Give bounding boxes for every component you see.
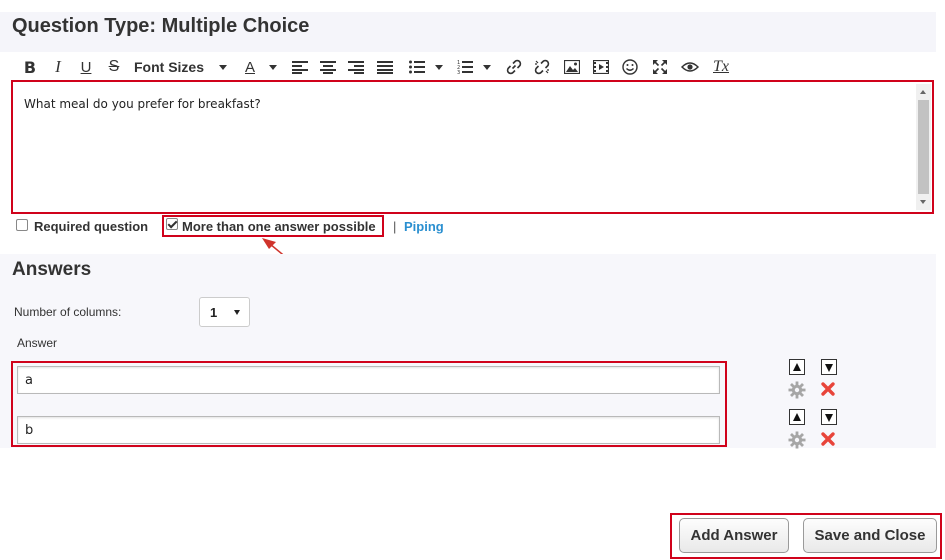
move-up-button[interactable] xyxy=(789,409,805,425)
options-separator: | xyxy=(393,219,397,234)
question-text-editor[interactable]: What meal do you prefer for breakfast? xyxy=(11,80,934,214)
align-left-icon[interactable] xyxy=(291,55,309,79)
answer-input-2[interactable]: b xyxy=(17,416,720,444)
columns-label: Number of columns: xyxy=(14,305,122,319)
video-icon[interactable] xyxy=(592,55,610,79)
align-center-icon[interactable] xyxy=(319,55,337,79)
bullet-list-caret-icon[interactable] xyxy=(435,65,443,70)
piping-link[interactable]: Piping xyxy=(404,219,444,234)
delete-answer-icon[interactable] xyxy=(820,431,836,447)
font-sizes-dropdown[interactable]: Font Sizes xyxy=(134,55,206,79)
emoji-icon[interactable] xyxy=(621,55,639,79)
question-options-row: Required question More than one answer p… xyxy=(0,214,945,240)
justify-icon[interactable] xyxy=(376,55,394,79)
move-up-button[interactable] xyxy=(789,359,805,375)
gear-icon[interactable] xyxy=(788,431,806,449)
save-and-close-button[interactable]: Save and Close xyxy=(803,518,937,553)
answer-input-value: a xyxy=(25,373,33,388)
multiple-answers-highlight xyxy=(162,215,384,237)
preview-eye-icon[interactable] xyxy=(680,55,700,79)
columns-select-chevron-down-icon xyxy=(234,310,240,315)
question-text[interactable]: What meal do you prefer for breakfast? xyxy=(24,97,261,111)
bullet-list-icon[interactable] xyxy=(408,55,426,79)
scroll-thumb[interactable] xyxy=(918,100,929,194)
underline-icon[interactable]: U xyxy=(78,55,94,79)
align-right-icon[interactable] xyxy=(347,55,365,79)
answer-column-header: Answer xyxy=(17,336,58,350)
answer-input-1[interactable]: a xyxy=(17,366,720,394)
delete-answer-icon[interactable] xyxy=(820,381,836,397)
fullscreen-icon[interactable] xyxy=(651,55,669,79)
question-type-title: Question Type: Multiple Choice xyxy=(12,15,310,37)
unlink-icon[interactable] xyxy=(533,55,551,79)
strikethrough-icon[interactable]: S xyxy=(106,55,122,79)
image-icon[interactable] xyxy=(563,55,581,79)
bold-icon[interactable]: B xyxy=(22,55,38,79)
clear-format-icon[interactable]: Tx xyxy=(710,55,732,79)
font-sizes-caret-icon[interactable] xyxy=(219,65,227,70)
gear-icon[interactable] xyxy=(788,381,806,399)
editor-toolbar: B I U S Font Sizes A 123 Tx xyxy=(16,55,736,79)
font-color-icon[interactable]: A xyxy=(242,55,258,79)
answer-input-value: b xyxy=(25,423,34,438)
answers-title: Answers xyxy=(12,259,92,280)
columns-select-value: 1 xyxy=(210,305,218,320)
italic-icon[interactable]: I xyxy=(50,55,66,79)
numbered-list-caret-icon[interactable] xyxy=(483,65,491,70)
columns-select[interactable]: 1 xyxy=(199,297,250,327)
font-color-caret-icon[interactable] xyxy=(269,65,277,70)
required-question-checkbox[interactable] xyxy=(16,219,28,231)
required-question-label[interactable]: Required question xyxy=(34,219,148,234)
scroll-up-arrow-icon[interactable] xyxy=(920,90,926,94)
scroll-down-arrow-icon[interactable] xyxy=(920,200,926,204)
move-down-button[interactable] xyxy=(821,359,837,375)
numbered-list-icon[interactable]: 123 xyxy=(456,55,474,79)
svg-text:3: 3 xyxy=(457,70,460,75)
link-icon[interactable] xyxy=(505,55,523,79)
move-down-button[interactable] xyxy=(821,409,837,425)
editor-scrollbar[interactable] xyxy=(916,84,931,210)
add-answer-button[interactable]: Add Answer xyxy=(679,518,789,553)
